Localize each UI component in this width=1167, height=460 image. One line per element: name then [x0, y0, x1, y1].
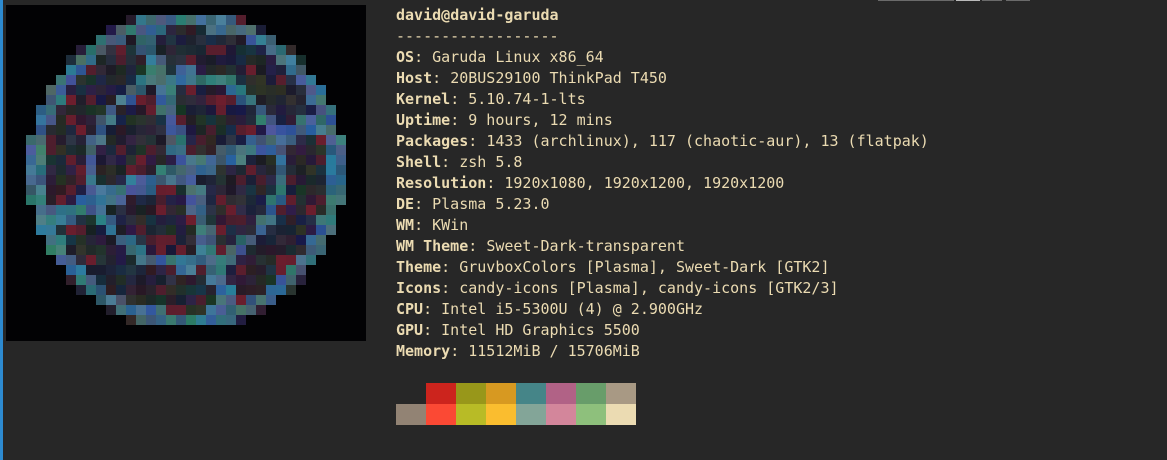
- color-palette: [396, 383, 636, 425]
- distro-logo-image: [6, 5, 366, 341]
- info-line-resolution: Resolution: 1920x1080, 1920x1200, 1920x1…: [396, 173, 1156, 194]
- top-border-segment: [956, 0, 980, 1]
- palette-swatch: [426, 404, 456, 425]
- info-separator: :: [450, 90, 469, 108]
- info-separator: :: [414, 48, 433, 66]
- info-line-kernel: Kernel: 5.10.74-1-lts: [396, 89, 1156, 110]
- user-host-title: david@david-garuda: [396, 5, 1156, 26]
- info-line-wm-theme: WM Theme: Sweet-Dark-transparent: [396, 236, 1156, 257]
- top-border-segment: [878, 0, 954, 1]
- info-list: OS: Garuda Linux x86_64 Host: 20BUS29100 …: [396, 47, 1156, 362]
- info-key: Theme: [396, 258, 442, 276]
- title-divider: ------------------: [396, 27, 559, 45]
- info-line-memory: Memory: 11512MiB / 15706MiB: [396, 341, 1156, 362]
- info-value: KWin: [432, 216, 469, 234]
- info-line-gpu: GPU: Intel HD Graphics 5500: [396, 320, 1156, 341]
- info-value: GruvboxColors [Plasma], Sweet-Dark [GTK2…: [459, 258, 830, 276]
- palette-swatch: [546, 383, 576, 404]
- info-key: Icons: [396, 279, 442, 297]
- palette-swatch: [516, 383, 546, 404]
- info-line-packages: Packages: 1433 (archlinux), 117 (chaotic…: [396, 131, 1156, 152]
- info-line-cpu: CPU: Intel i5-5300U (4) @ 2.900GHz: [396, 299, 1156, 320]
- info-key: OS: [396, 48, 415, 66]
- palette-swatch: [486, 383, 516, 404]
- info-value: 1433 (archlinux), 117 (chaotic-aur), 13 …: [486, 132, 929, 150]
- info-separator: :: [423, 321, 442, 339]
- info-value: 11512MiB / 15706MiB: [468, 342, 640, 360]
- info-separator: :: [414, 216, 433, 234]
- info-key: Resolution: [396, 174, 487, 192]
- info-value: 5.10.74-1-lts: [468, 90, 586, 108]
- info-separator: :: [441, 153, 460, 171]
- info-separator: :: [432, 69, 451, 87]
- info-line-uptime: Uptime: 9 hours, 12 mins: [396, 110, 1156, 131]
- info-key: Uptime: [396, 111, 451, 129]
- palette-swatch: [546, 404, 576, 425]
- palette-swatch: [396, 383, 426, 404]
- info-separator: :: [450, 342, 469, 360]
- palette-swatch: [456, 404, 486, 425]
- palette-swatch: [606, 383, 636, 404]
- hostname: david-garuda: [450, 6, 559, 24]
- palette-swatch: [516, 404, 546, 425]
- info-value: Garuda Linux x86_64: [432, 48, 604, 66]
- info-line-wm: WM: KWin: [396, 215, 1156, 236]
- info-key: Host: [396, 69, 433, 87]
- info-line-host: Host: 20BUS29100 ThinkPad T450: [396, 68, 1156, 89]
- info-value: candy-icons [Plasma], candy-icons [GTK2/…: [459, 279, 839, 297]
- info-line-icons: Icons: candy-icons [Plasma], candy-icons…: [396, 278, 1156, 299]
- terminal-window[interactable]: david@david-garuda ------------------ OS…: [0, 0, 1167, 460]
- info-key: Memory: [396, 342, 451, 360]
- info-value: Intel HD Graphics 5500: [441, 321, 640, 339]
- info-key: WM: [396, 216, 415, 234]
- info-value: Sweet-Dark-transparent: [486, 237, 685, 255]
- info-value: 1920x1080, 1920x1200, 1920x1200: [504, 174, 785, 192]
- info-line-shell: Shell: zsh 5.8: [396, 152, 1156, 173]
- at-sign: @: [441, 6, 451, 24]
- info-key: Packages: [396, 132, 469, 150]
- info-separator: :: [468, 132, 487, 150]
- info-key: CPU: [396, 300, 424, 318]
- info-key: WM Theme: [396, 237, 469, 255]
- palette-swatch: [396, 404, 426, 425]
- info-separator: :: [414, 195, 433, 213]
- info-value: Plasma 5.23.0: [432, 195, 550, 213]
- info-key: DE: [396, 195, 415, 213]
- info-key: Kernel: [396, 90, 451, 108]
- system-info: david@david-garuda ------------------ OS…: [396, 5, 1156, 362]
- palette-row-normal: [396, 383, 636, 404]
- info-key: GPU: [396, 321, 424, 339]
- info-separator: :: [423, 300, 442, 318]
- info-value: 9 hours, 12 mins: [468, 111, 613, 129]
- info-separator: :: [486, 174, 505, 192]
- palette-swatch: [456, 383, 486, 404]
- username: david: [396, 6, 442, 24]
- info-value: 20BUS29100 ThinkPad T450: [450, 69, 667, 87]
- info-separator: :: [441, 279, 460, 297]
- palette-swatch: [606, 404, 636, 425]
- palette-swatch: [426, 383, 456, 404]
- info-separator: :: [441, 258, 460, 276]
- info-separator: :: [468, 237, 487, 255]
- palette-swatch: [486, 404, 516, 425]
- palette-swatch: [576, 383, 606, 404]
- palette-swatch: [576, 404, 606, 425]
- top-border-segment: [1006, 0, 1030, 1]
- window-accent-bar: [0, 0, 3, 460]
- info-key: Shell: [396, 153, 442, 171]
- info-line-theme: Theme: GruvboxColors [Plasma], Sweet-Dar…: [396, 257, 1156, 278]
- info-line-os: OS: Garuda Linux x86_64: [396, 47, 1156, 68]
- info-value: zsh 5.8: [459, 153, 523, 171]
- top-border-segment: [982, 0, 1002, 1]
- info-value: Intel i5-5300U (4) @ 2.900GHz: [441, 300, 704, 318]
- palette-row-bright: [396, 404, 636, 425]
- info-separator: :: [450, 111, 469, 129]
- info-line-de: DE: Plasma 5.23.0: [396, 194, 1156, 215]
